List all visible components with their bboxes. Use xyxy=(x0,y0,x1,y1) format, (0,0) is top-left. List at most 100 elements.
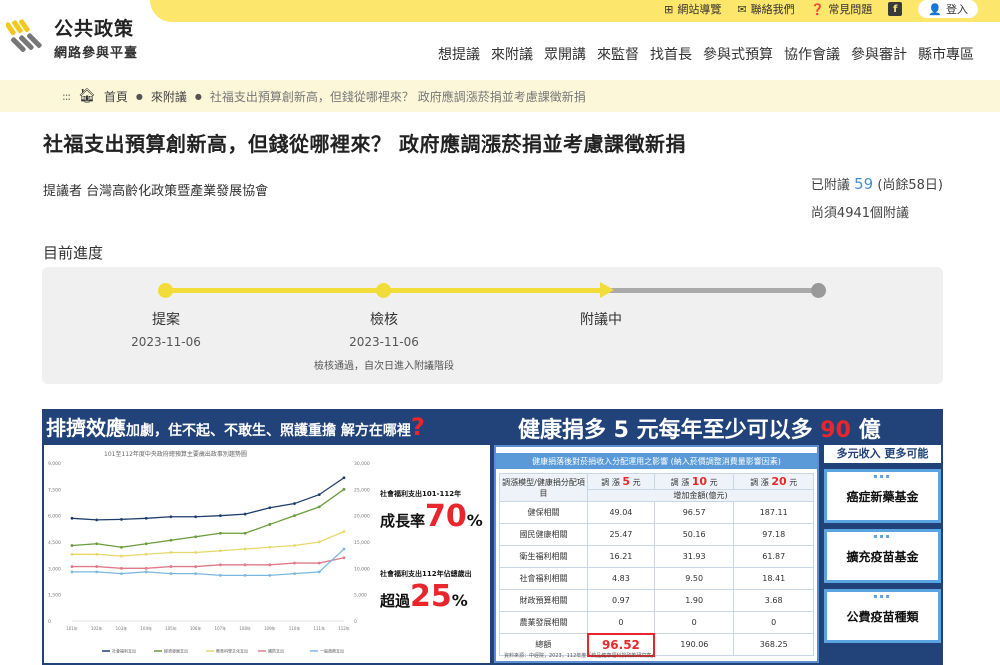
data-point xyxy=(218,549,222,553)
row-value: 4.83 xyxy=(587,567,655,590)
breadcrumb-section[interactable]: 來附議 xyxy=(151,88,187,105)
faq-link[interactable]: ❓ 常見問題 xyxy=(811,1,873,17)
data-point xyxy=(169,572,173,575)
main-nav: 想提議 來附議 眾開講 來監督 找首長 參與式預算 協作會議 參與審計 縣市專區 xyxy=(438,44,974,64)
stage-dot-proposal xyxy=(158,283,173,298)
sitemap-link[interactable]: ⊞ 網站導覽 xyxy=(664,1,721,17)
nav-item-propose[interactable]: 想提議 xyxy=(438,44,480,64)
data-point xyxy=(342,476,346,480)
data-point xyxy=(293,572,296,575)
data-point xyxy=(268,523,272,526)
contact-link[interactable]: ✉ 聯絡我們 xyxy=(737,1,794,17)
seconded-count: 59 xyxy=(854,175,874,193)
legend-label: 國防支出 xyxy=(268,648,284,654)
nav-item-county[interactable]: 縣市專區 xyxy=(918,44,974,64)
data-point xyxy=(317,540,321,544)
data-point xyxy=(243,563,247,567)
seconded-label: 已附議 xyxy=(810,178,850,193)
table-header-row: 調漲模型/健康捐分配項目 調 漲 5 元 調 漲 10 元 調 漲 20 元 xyxy=(499,473,814,502)
data-point xyxy=(120,554,123,558)
data-point xyxy=(293,544,296,547)
data-point xyxy=(95,552,99,556)
logo-subtitle: 網路參與平臺 xyxy=(54,46,139,61)
stage-dot-end xyxy=(811,283,826,298)
budget-trend-chart: 0 1,500 3,000 4,500 6,000 7,500 9,000 0 5,000 10,… xyxy=(48,461,370,654)
accesskey-dots[interactable]: ::: xyxy=(62,90,71,103)
user-icon: 👤 xyxy=(928,2,942,16)
row-label: 農業發展相關 xyxy=(499,611,588,634)
tax-impact-table-panel: 健康捐落後對菸捐收入分配運用之影響 (納入菸價調整消費量影響因素) 調漲模型/健… xyxy=(494,445,819,663)
y-tick-label: 7,500 xyxy=(48,487,61,493)
banner-left-title: 排擠效應加劇，住不起、不敢生、照護重擔 解方在哪裡? xyxy=(46,413,425,441)
nav-item-monitor[interactable]: 來監督 xyxy=(597,44,639,64)
table-title: 健康捐落後對菸捐收入分配運用之影響 (納入菸價調整消費量影響因素) xyxy=(496,453,817,469)
data-point xyxy=(243,512,247,516)
data-point xyxy=(95,542,99,546)
table-row: 農業發展相關 0 0 0 xyxy=(499,611,814,634)
y-tick-label: 4,500 xyxy=(48,540,61,546)
data-point xyxy=(194,572,198,575)
data-point xyxy=(144,566,148,570)
data-point xyxy=(218,573,222,577)
y-tick-label: 1,500 xyxy=(48,593,61,599)
site-logo[interactable]: 公共政策 網路參與平臺 xyxy=(6,14,138,61)
home-icon: 🏠︎ xyxy=(78,88,96,104)
row-value: 187.11 xyxy=(733,501,814,524)
y2-tick-label: 25,000 xyxy=(354,487,370,493)
nav-item-audit[interactable]: 參與審計 xyxy=(851,44,907,64)
data-point xyxy=(293,561,296,565)
row-value: 16.21 xyxy=(587,545,655,568)
data-point xyxy=(144,516,148,520)
data-point xyxy=(169,565,173,568)
facebook-icon[interactable]: f xyxy=(888,2,903,16)
table-row: 衛生福利相關 16.21 31.93 61.87 xyxy=(499,545,814,568)
stat-share: 社會福利支出112年佔總歲出 超過25% xyxy=(380,570,472,614)
login-button[interactable]: 👤 登入 xyxy=(918,0,978,18)
data-point xyxy=(317,493,321,496)
data-point xyxy=(293,514,296,518)
data-point xyxy=(144,570,148,574)
revenue-options-heading: 多元收入 更多可能 xyxy=(824,445,941,463)
row-value: 18.41 xyxy=(733,567,814,590)
data-point xyxy=(120,517,123,521)
nav-item-second[interactable]: 來附議 xyxy=(491,44,533,64)
row-value: 97.18 xyxy=(733,523,814,546)
data-point xyxy=(342,547,346,551)
breadcrumb-home[interactable]: 首頁 xyxy=(104,88,128,105)
option-vaccine-fund: ▪▪▪ 擴充疫苗基金 xyxy=(824,529,941,583)
data-point xyxy=(120,566,123,570)
data-point xyxy=(169,551,173,554)
x-tick-label: 102年 xyxy=(91,625,103,631)
nav-item-forum[interactable]: 眾開講 xyxy=(544,44,586,64)
table-row: 國民健康相關 25.47 50.16 97.18 xyxy=(499,523,814,546)
second-stats: 已附議 59 (尚餘58日) 尚須4941個附議 xyxy=(811,170,943,228)
budget-trend-chart-panel: 101至112年度中央政府總預算主要歲出政事別趨勢圖 0 1,500 3,000 4,… xyxy=(44,445,490,663)
proposer-name: 台灣高齡化政策暨產業發展協會 xyxy=(86,184,269,199)
x-tick-label: 105年 xyxy=(165,625,177,631)
legend-label: 經濟發展支出 xyxy=(164,648,188,654)
row-label: 國民健康相關 xyxy=(499,523,588,546)
nav-item-budget[interactable]: 參與式預算 xyxy=(703,44,773,64)
data-point xyxy=(342,530,346,533)
data-point xyxy=(342,556,346,560)
x-tick-label: 111年 xyxy=(313,625,325,631)
y-tick-label: 3,000 xyxy=(48,566,61,572)
row-value: 0 xyxy=(733,611,814,634)
stage-seconding: 附議中 xyxy=(580,312,622,328)
proposer-label: 提議者 xyxy=(43,184,83,199)
row-value: 1.90 xyxy=(653,589,735,612)
nav-item-officials[interactable]: 找首長 xyxy=(650,44,692,64)
series-line xyxy=(71,477,345,521)
banner-right-title: 健康捐多 5 元每年至少可以多 90 億 xyxy=(518,418,881,443)
nav-item-meeting[interactable]: 協作會議 xyxy=(784,44,840,64)
data-point xyxy=(194,565,198,568)
row-value: 50.16 xyxy=(653,523,735,546)
x-tick-label: 112年 xyxy=(338,625,350,631)
x-tick-label: 106年 xyxy=(190,625,202,631)
row-value: 9.50 xyxy=(653,567,735,590)
x-tick-label: 103年 xyxy=(116,625,128,631)
data-point xyxy=(95,570,99,574)
data-point xyxy=(218,514,222,518)
data-point xyxy=(243,547,247,551)
days-left: (尚餘58日) xyxy=(877,178,943,193)
